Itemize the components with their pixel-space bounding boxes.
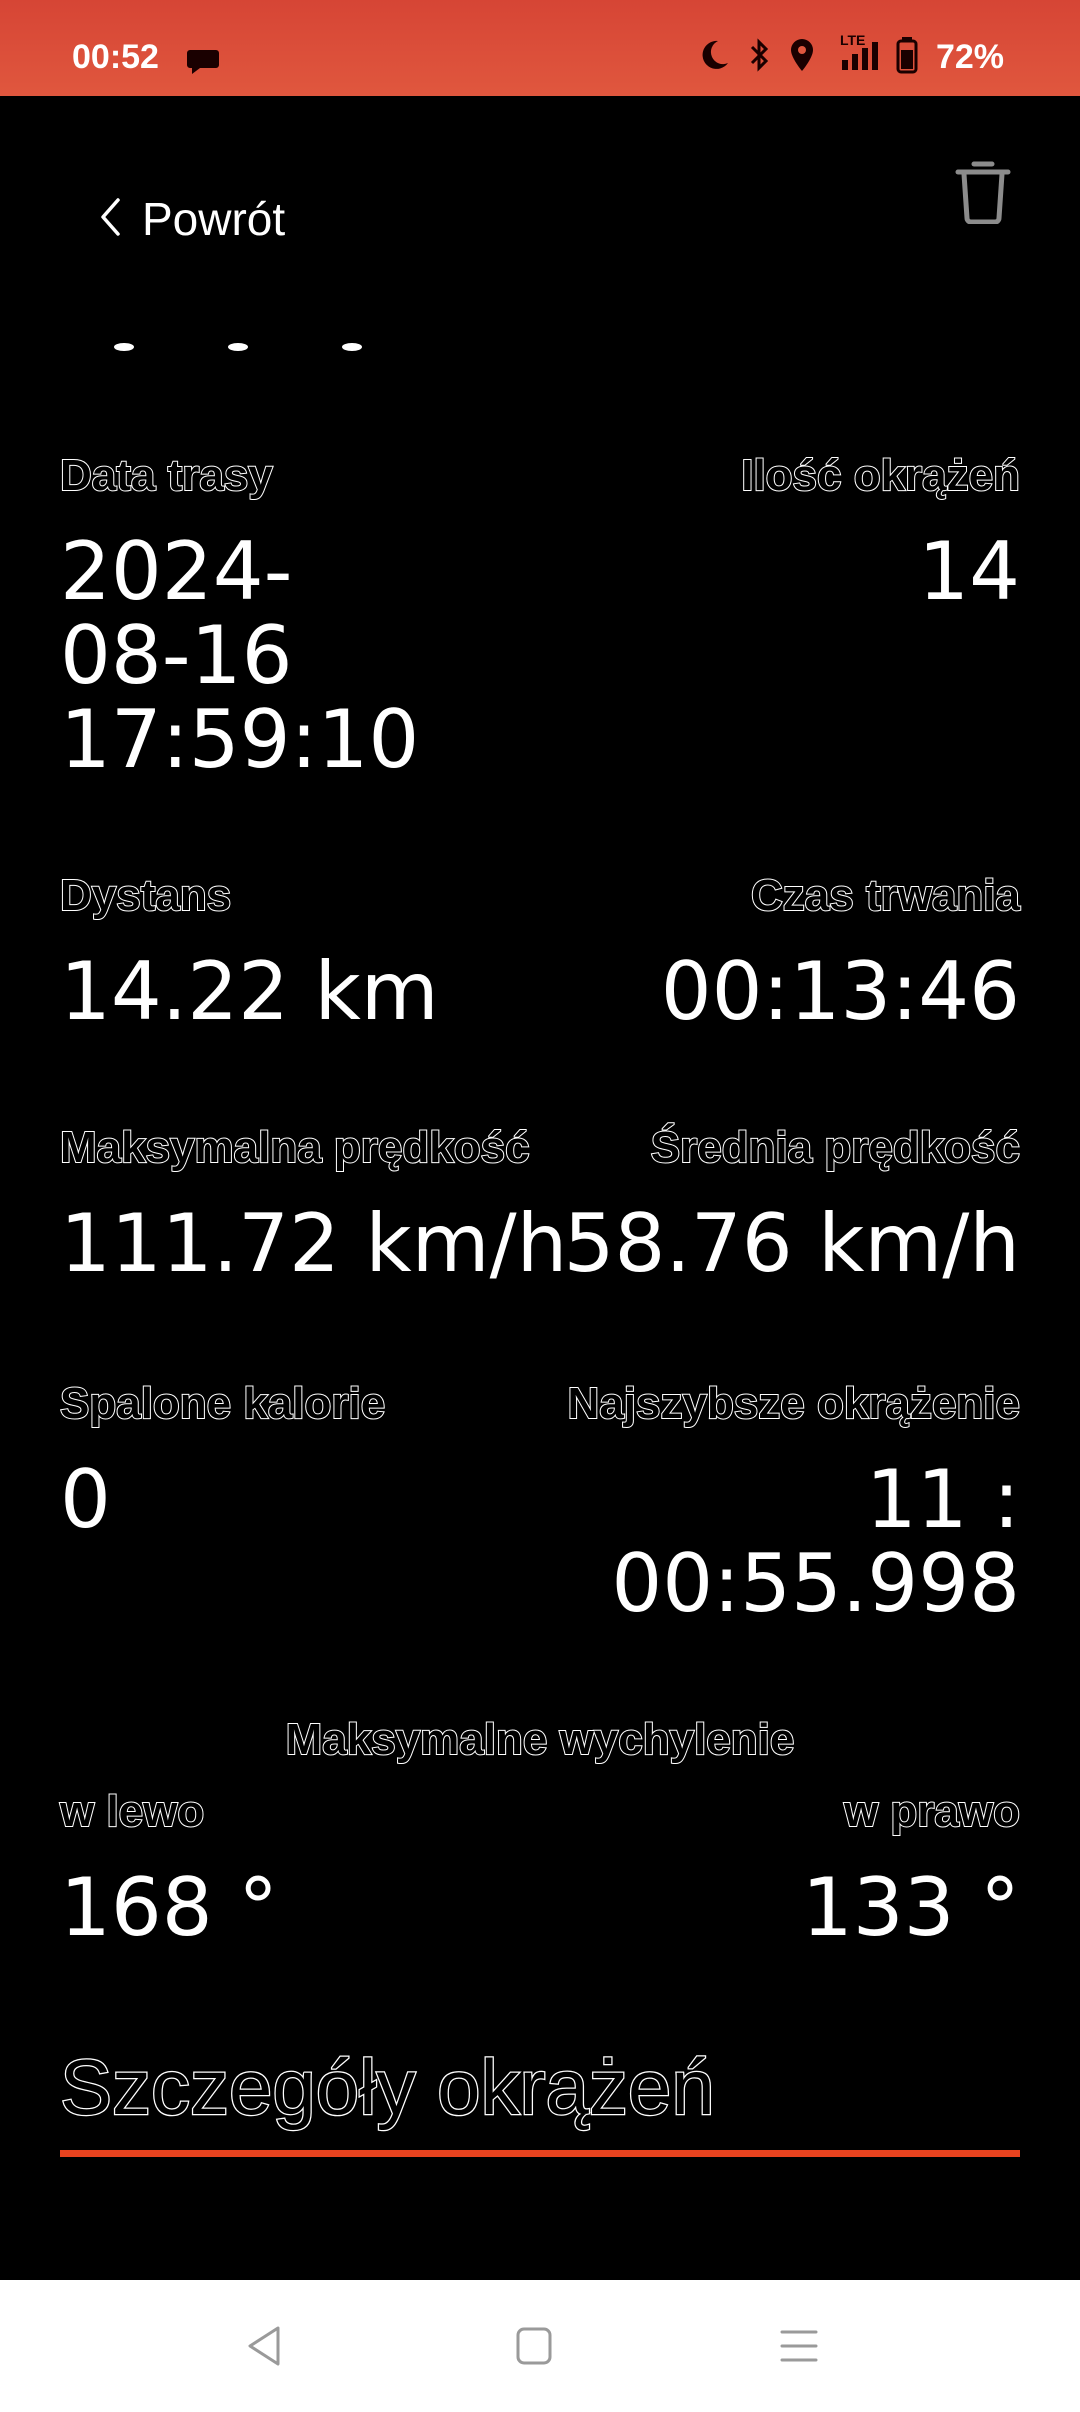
fastest-lap-value: 11 : 00:55.998 <box>611 1453 1020 1630</box>
chevron-left-icon <box>98 196 122 242</box>
lap-details-title[interactable]: Szczegóły okrążeń <box>59 2047 716 2128</box>
trash-icon[interactable] <box>954 158 1012 228</box>
home-square-icon[interactable] <box>514 2324 554 2372</box>
status-bar: 00:52 LTE 72% <box>0 0 1080 96</box>
lean-right-label: w prawo <box>843 1787 1021 1836</box>
duration-label: Czas trwania <box>750 871 1021 920</box>
route-date-value: 2024- 08-16 17:59:10 <box>60 525 420 786</box>
signal-icon: LTE <box>834 32 878 76</box>
max-speed-label: Maksymalna prędkość <box>59 1123 531 1172</box>
max-speed-value: 111.72 km/h <box>60 1197 568 1290</box>
recents-menu-icon[interactable] <box>778 2324 820 2372</box>
avg-speed-value: 58.76 km/h <box>563 1197 1020 1290</box>
back-triangle-icon[interactable] <box>244 2324 284 2372</box>
section-underline <box>60 2150 1020 2157</box>
system-nav-bar <box>0 2280 1080 2412</box>
lean-left-label: w lewo <box>59 1787 205 1836</box>
avg-speed-label: Średnia prędkość <box>650 1123 1021 1172</box>
battery-percent: 72% <box>935 37 1004 76</box>
lean-left-value: 168 ° <box>60 1861 279 1954</box>
moon-icon <box>698 38 730 76</box>
message-icon <box>186 46 220 80</box>
distance-value: 14.22 km <box>60 945 439 1038</box>
battery-icon <box>896 36 918 78</box>
calories-value: 0 <box>60 1453 111 1546</box>
status-time: 00:52 <box>72 38 159 76</box>
lap-count-value: 14 <box>918 525 1020 618</box>
location-icon <box>788 37 816 77</box>
lap-count-label: Ilość okrążeń <box>740 451 1021 500</box>
route-date-label: Data trasy <box>59 451 274 500</box>
scroll-remnant <box>114 343 362 351</box>
status-icons: LTE 72% <box>698 32 1004 78</box>
back-button[interactable]: Powrót <box>98 192 285 246</box>
back-label: Powrót <box>142 193 286 245</box>
duration-value: 00:13:46 <box>660 945 1020 1038</box>
lean-right-value: 133 ° <box>801 1861 1020 1954</box>
network-label: LTE <box>839 32 866 48</box>
fastest-lap-label: Najszybsze okrążenie <box>567 1379 1021 1428</box>
calories-label: Spalone kalorie <box>59 1379 386 1428</box>
max-lean-title: Maksymalne wychylenie <box>285 1715 796 1764</box>
distance-label: Dystans <box>59 871 232 920</box>
bluetooth-icon <box>748 37 770 77</box>
